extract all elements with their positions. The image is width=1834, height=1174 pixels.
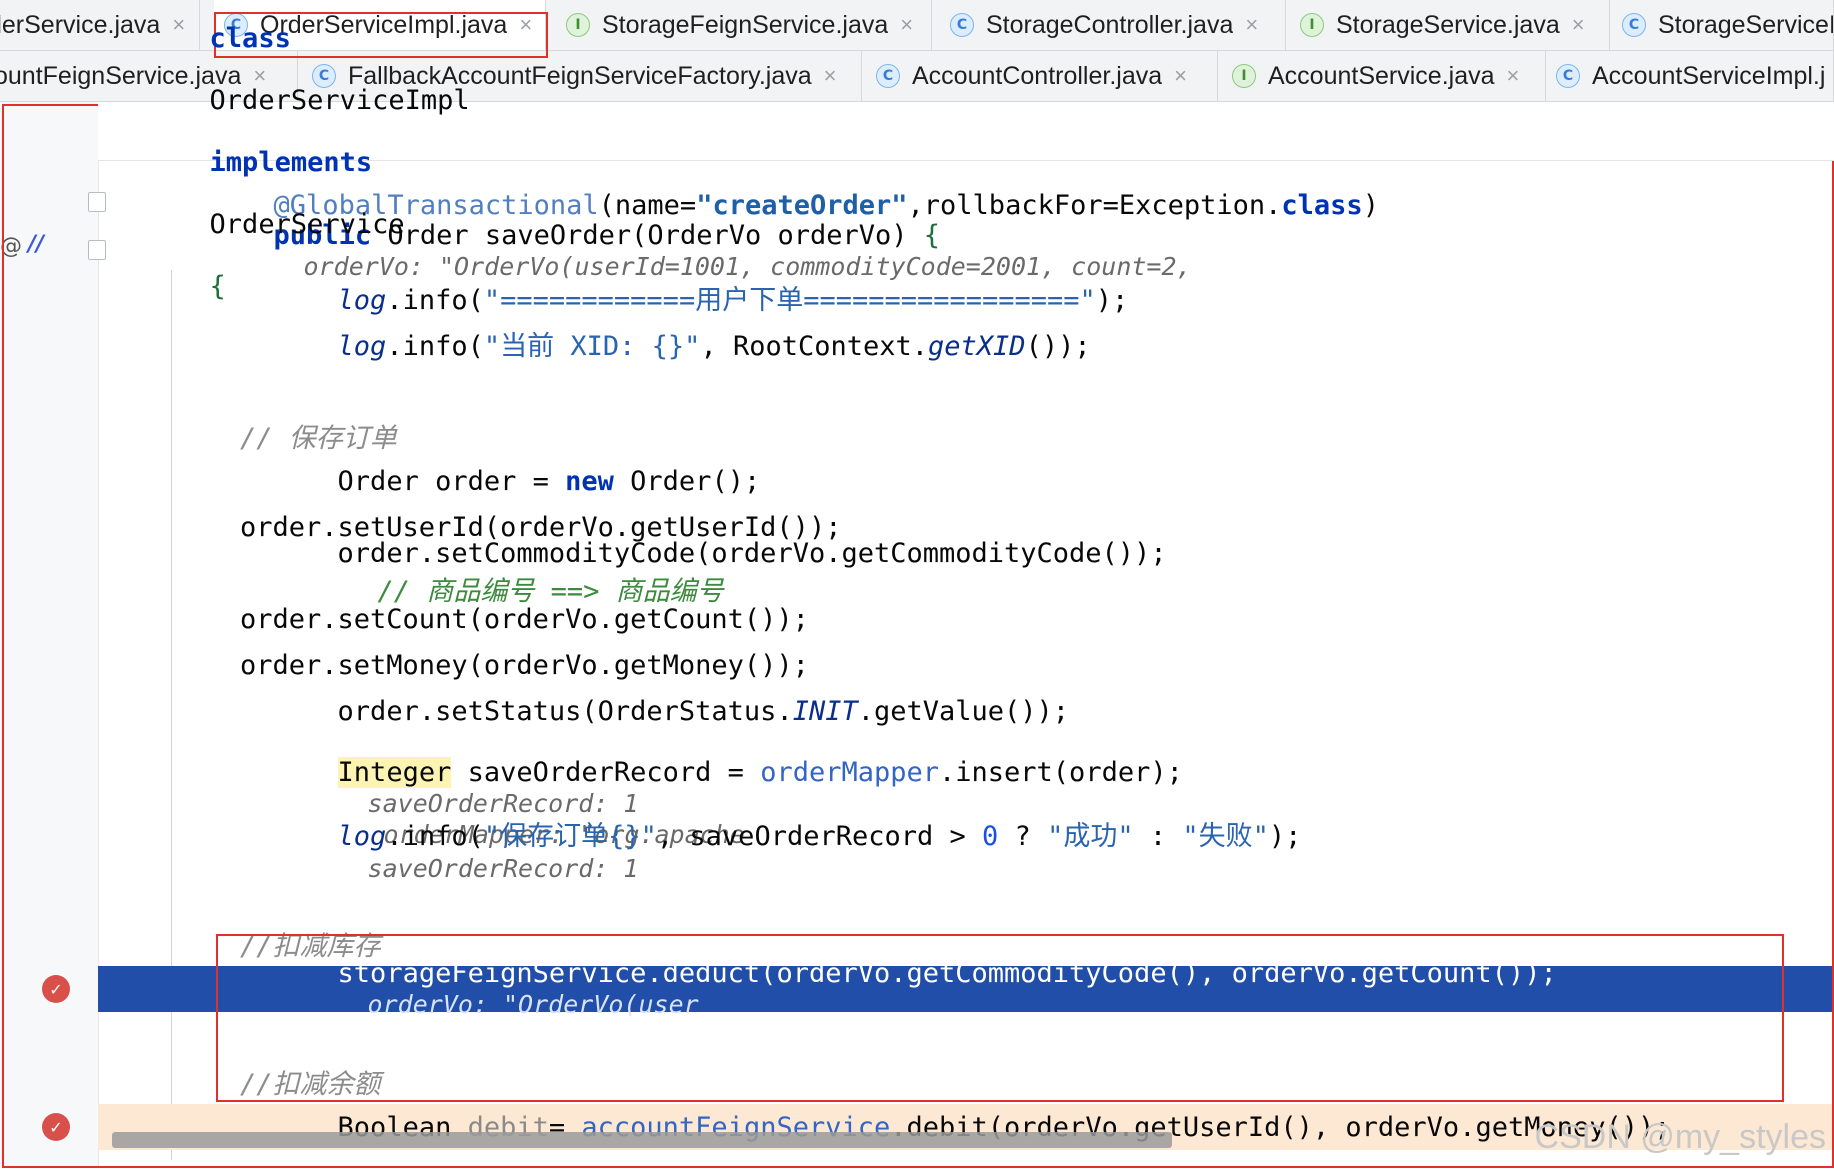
tab-account-service[interactable]: I AccountService.java ×	[1222, 51, 1546, 101]
close-icon[interactable]: ×	[1507, 63, 1520, 89]
interface-file-icon: I	[566, 13, 590, 37]
class-file-icon: C	[1622, 13, 1646, 37]
tab-storage-feign-service[interactable]: I StorageFeignService.java ×	[556, 0, 932, 50]
interface-file-icon: I	[1300, 13, 1324, 37]
code-line-set-commodity-code[interactable]: order.setCommodityCode(orderVo.getCommod…	[98, 538, 1834, 607]
tab-storage-service-impl[interactable]: C StorageServiceI	[1612, 0, 1834, 50]
class-file-icon: C	[950, 13, 974, 37]
code-line-set-count[interactable]: order.setCount(orderVo.getCount());	[98, 596, 1834, 642]
code-line-log-save-result[interactable]: log.info("保存订单{}", saveOrderRecord > 0 ?…	[98, 821, 1834, 883]
editor-gutter[interactable]	[0, 102, 99, 1168]
horizontal-scrollbar[interactable]	[112, 1132, 1172, 1148]
close-icon[interactable]: ×	[824, 63, 837, 89]
watermark: CSDN @my_styles	[1534, 1118, 1826, 1156]
code-line-deduct-current[interactable]: storageFeignService.deduct(orderVo.getCo…	[98, 958, 1834, 1019]
close-icon[interactable]: ×	[900, 12, 913, 38]
at-annotation-icon[interactable]: @	[0, 234, 22, 259]
close-icon[interactable]: ×	[1572, 12, 1585, 38]
sticky-class-header[interactable]: public class OrderServiceImpl implements…	[98, 23, 1834, 302]
close-icon[interactable]: ×	[1174, 63, 1187, 89]
mybatis-icon[interactable]: //	[28, 232, 44, 257]
tab-account-service-impl[interactable]: C AccountServiceImpl.j	[1546, 51, 1834, 101]
tab-storage-service[interactable]: I StorageService.java ×	[1290, 0, 1610, 50]
breakpoint-icon[interactable]: ✓	[42, 1113, 70, 1141]
class-file-icon: C	[876, 64, 900, 88]
close-icon[interactable]: ×	[1245, 12, 1258, 38]
code-line-new-order[interactable]: Order order = new Order();	[98, 458, 1834, 504]
interface-file-icon: I	[1232, 64, 1256, 88]
tab-account-controller[interactable]: C AccountController.java ×	[866, 51, 1218, 101]
tab-storage-controller[interactable]: C StorageController.java ×	[940, 0, 1286, 50]
breakpoint-icon[interactable]: ✓	[42, 975, 70, 1003]
inline-debug-hint: saveOrderRecord: 1	[367, 854, 639, 883]
close-icon[interactable]: ×	[519, 12, 532, 38]
code-editor[interactable]: @ // public class OrderServiceImpl imple…	[0, 23, 1834, 1168]
inline-debug-hint: orderVo: "OrderVo(user	[367, 990, 699, 1019]
class-file-icon: C	[1556, 64, 1580, 88]
